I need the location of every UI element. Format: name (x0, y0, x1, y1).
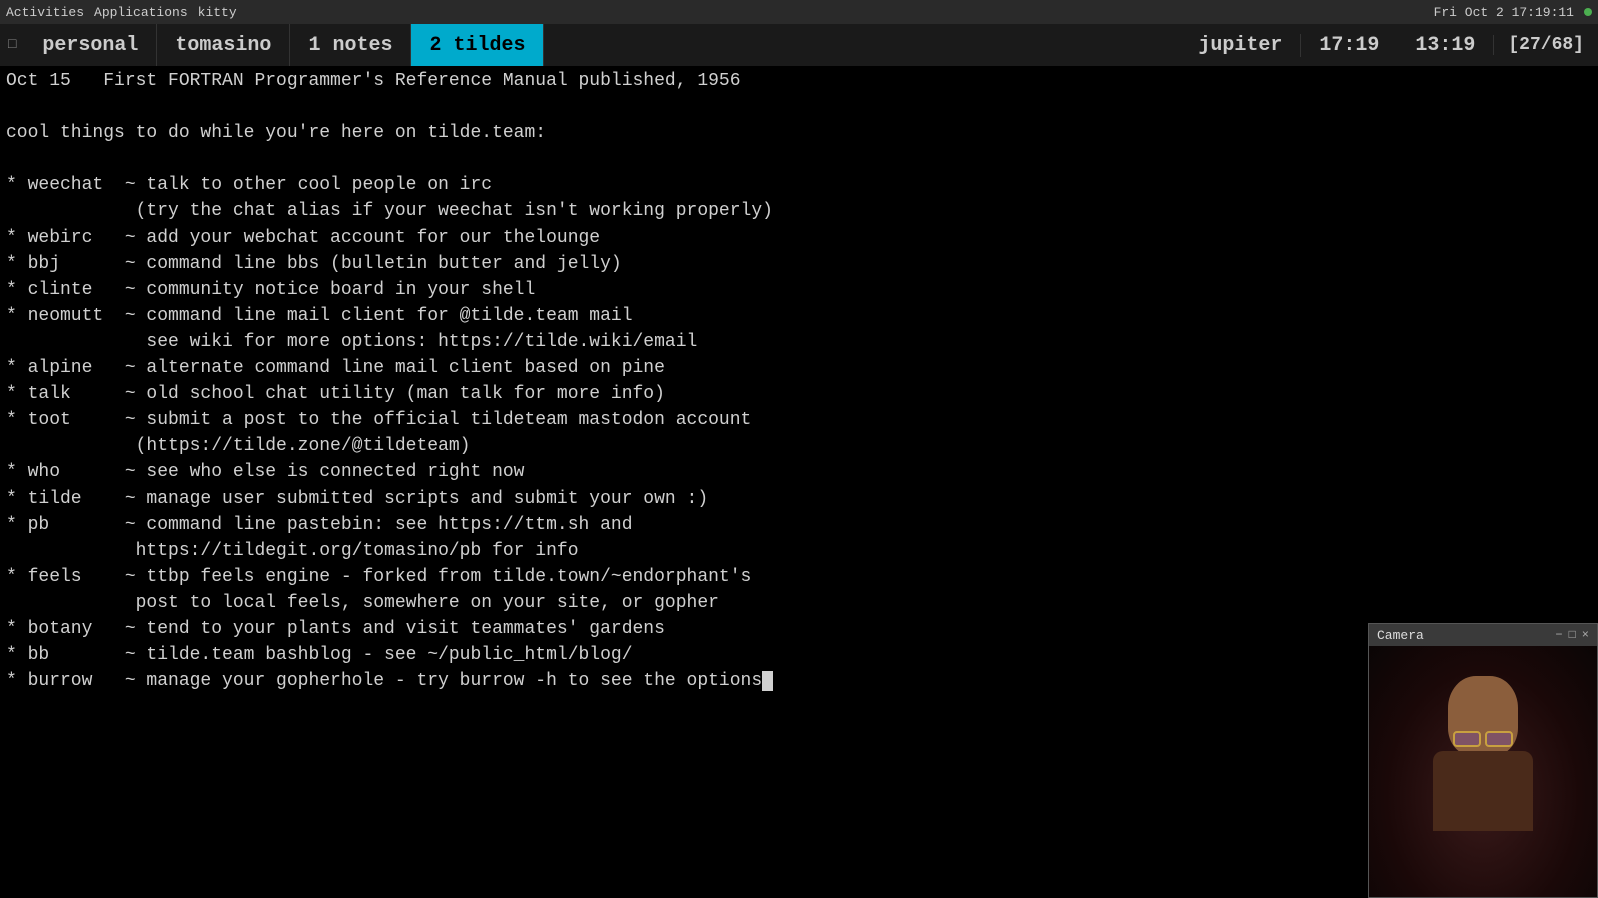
kitty-indicator[interactable]: kitty (198, 5, 237, 20)
applications-menu[interactable]: Applications (94, 5, 188, 20)
camera-minimize-button[interactable]: − (1555, 628, 1562, 642)
time-display-1: 17:19 (1319, 34, 1379, 57)
item-talk: * talk ~ old school chat utility (man ta… (6, 381, 1592, 407)
pane-counter: [27/68] (1493, 35, 1598, 55)
tab-tomasino[interactable]: tomasino (157, 24, 290, 66)
item-feels: * feels ~ ttbp feels engine - forked fro… (6, 564, 1592, 590)
tab-jupiter-label: jupiter (1198, 34, 1282, 57)
camera-close-button[interactable]: × (1582, 628, 1589, 642)
tab-tomasino-label: tomasino (175, 34, 271, 57)
system-clock: Fri Oct 2 17:19:11 (1434, 5, 1592, 20)
time-display-2: 13:19 (1415, 34, 1475, 57)
item-pb-extra: https://tildegit.org/tomasino/pb for inf… (6, 538, 1592, 564)
tab-notes[interactable]: 1 notes (290, 24, 411, 66)
item-botany: * botany ~ tend to your plants and visit… (6, 616, 1592, 642)
time-block-1: 17:19 (1301, 34, 1397, 57)
item-webirc: * webirc ~ add your webchat account for … (6, 225, 1592, 251)
item-neomutt-extra: see wiki for more options: https://tilde… (6, 329, 1592, 355)
system-bar: Activities Applications kitty Fri Oct 2 … (0, 0, 1598, 24)
tab-tildes[interactable]: 2 tildes (411, 24, 544, 66)
window-close-button[interactable]: □ (0, 24, 24, 66)
tab-personal-label: personal (42, 34, 138, 57)
camera-window-buttons: − □ × (1555, 628, 1589, 642)
tab-tildes-label: 2 tildes (429, 34, 525, 57)
tab-bar-right: jupiter 17:19 13:19 [27/68] (1180, 24, 1598, 66)
time-block-2: 13:19 (1397, 34, 1493, 57)
blank-line-2 (6, 146, 1592, 172)
item-toot-extra: (https://tilde.zone/@tildeteam) (6, 433, 1592, 459)
camera-window: Camera − □ × (1368, 623, 1598, 898)
person-body (1433, 751, 1533, 831)
item-neomutt: * neomutt ~ command line mail client for… (6, 303, 1592, 329)
tab-jupiter[interactable]: jupiter (1180, 34, 1301, 57)
activities-button[interactable]: Activities (6, 5, 84, 20)
item-burrow: * burrow ~ manage your gopherhole - try … (6, 668, 1592, 694)
terminal-cursor (762, 671, 773, 691)
item-bb: * bb ~ tilde.team bashblog - see ~/publi… (6, 642, 1592, 668)
person-glasses (1449, 731, 1517, 747)
camera-maximize-button[interactable]: □ (1569, 628, 1576, 642)
network-indicator (1584, 8, 1592, 16)
tab-bar: □ personal tomasino 1 notes 2 tildes jup… (0, 24, 1598, 66)
item-feels-extra: post to local feels, somewhere on your s… (6, 590, 1592, 616)
item-pb: * pb ~ command line pastebin: see https:… (6, 512, 1592, 538)
item-weechat-extra: (try the chat alias if your weechat isn'… (6, 198, 1592, 224)
item-clinte: * clinte ~ community notice board in you… (6, 277, 1592, 303)
item-tilde: * tilde ~ manage user submitted scripts … (6, 486, 1592, 512)
person-head (1448, 676, 1518, 756)
tab-notes-label: 1 notes (308, 34, 392, 57)
blank-line-1 (6, 94, 1592, 120)
camera-title: Camera (1377, 628, 1424, 643)
pane-counter-label: [27/68] (1508, 35, 1584, 55)
camera-video-feed (1369, 646, 1597, 897)
close-symbol: □ (8, 37, 16, 53)
item-who: * who ~ see who else is connected right … (6, 459, 1592, 485)
item-bbj: * bbj ~ command line bbs (bulletin butte… (6, 251, 1592, 277)
item-toot: * toot ~ submit a post to the official t… (6, 407, 1592, 433)
item-weechat: * weechat ~ talk to other cool people on… (6, 172, 1592, 198)
glass-left (1453, 731, 1481, 747)
motd-line: Oct 15 First FORTRAN Programmer's Refere… (6, 68, 1592, 94)
intro-line: cool things to do while you're here on t… (6, 120, 1592, 146)
camera-person (1369, 646, 1597, 897)
datetime-display: Fri Oct 2 17:19:11 (1434, 5, 1574, 20)
camera-title-bar: Camera − □ × (1369, 624, 1597, 646)
item-alpine: * alpine ~ alternate command line mail c… (6, 355, 1592, 381)
tab-personal[interactable]: personal (24, 24, 157, 66)
terminal-content: Oct 15 First FORTRAN Programmer's Refere… (0, 66, 1598, 898)
glass-right (1485, 731, 1513, 747)
